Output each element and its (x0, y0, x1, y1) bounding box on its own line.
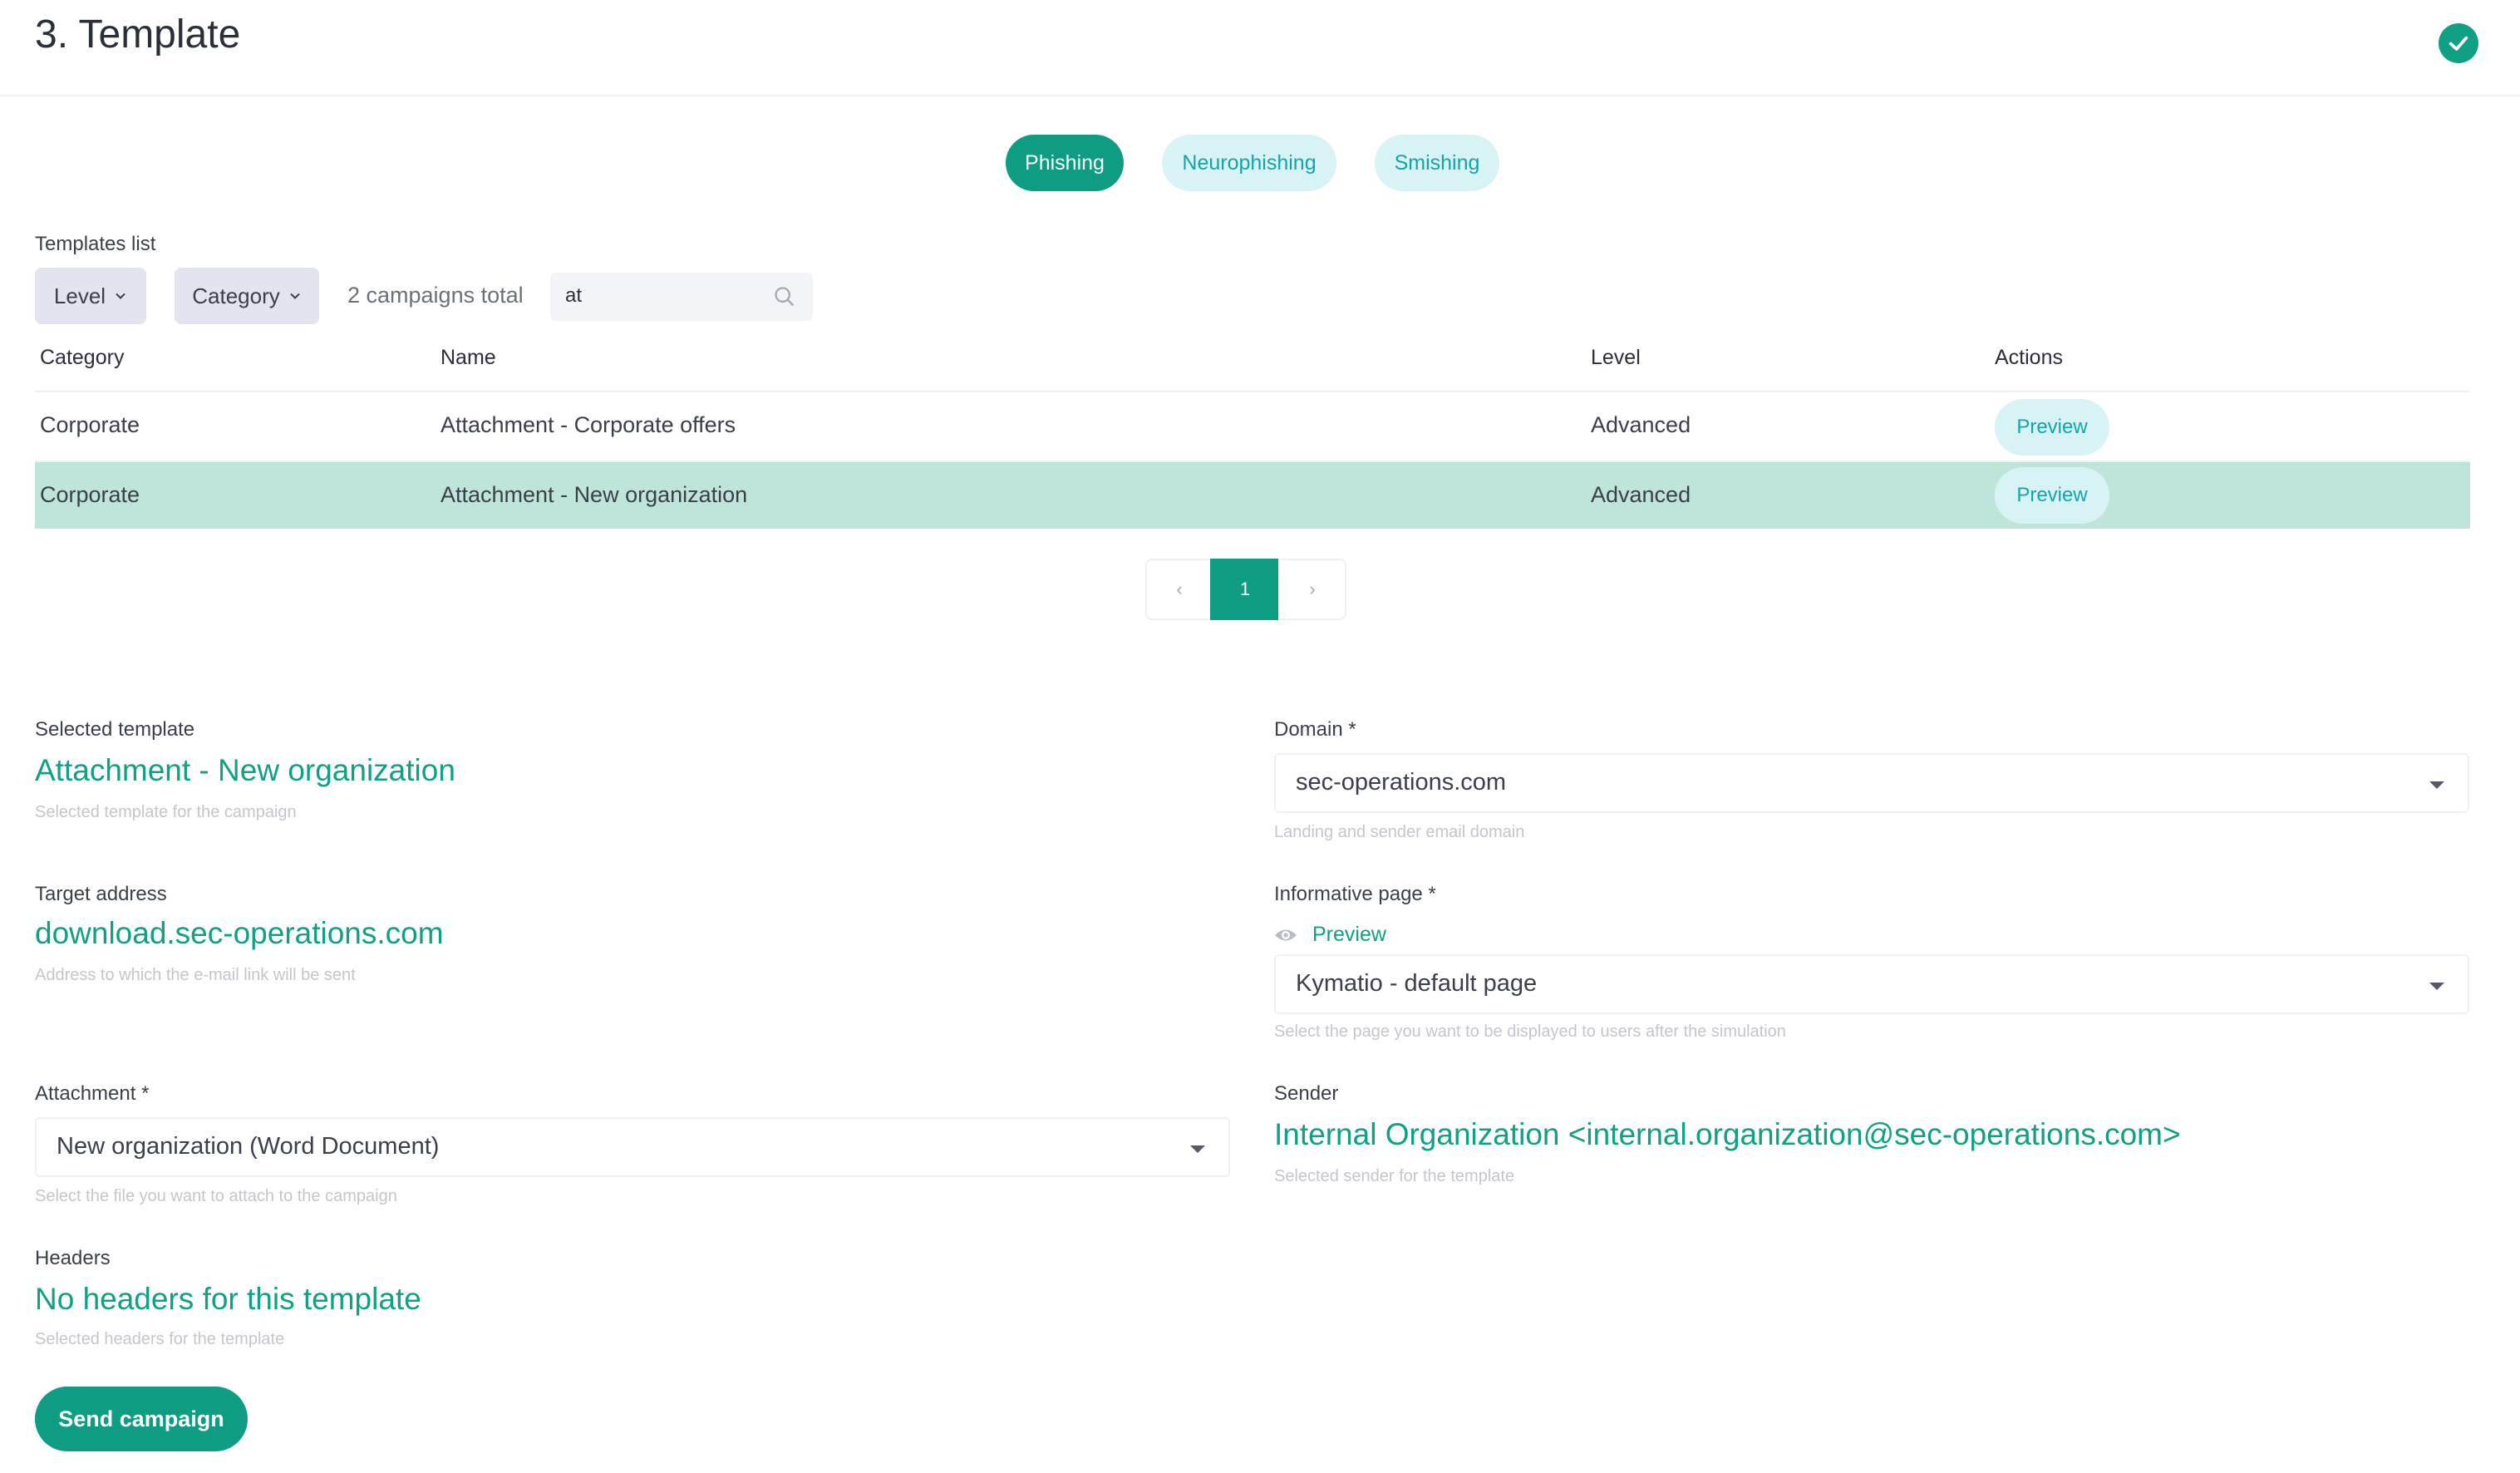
target-address-value: download.sec-operations.com (35, 916, 444, 950)
attachment-select[interactable]: New organization (Word Document) (35, 1117, 1230, 1177)
sender-hint: Selected sender for the template (1274, 1167, 1515, 1185)
row-level: Advanced (1591, 482, 1691, 507)
campaigns-total: 2 campaigns total (347, 283, 524, 308)
row-name: Attachment - Corporate offers (441, 412, 736, 437)
row-category: Corporate (40, 412, 140, 437)
informative-page-hint: Select the page you want to be displayed… (1274, 1022, 1786, 1041)
header-divider (0, 95, 2520, 96)
informative-page-label: Informative page * (1274, 883, 1436, 905)
target-address-label: Target address (35, 883, 167, 905)
informative-page-select[interactable]: Kymatio - default page (1274, 954, 2469, 1014)
chevron-down-icon (290, 293, 300, 299)
row-name: Attachment - New organization (441, 482, 748, 507)
headers-value: No headers for this template (35, 1282, 421, 1316)
dropdown-caret-icon (2429, 983, 2444, 990)
category-filter-label: Category (192, 283, 280, 308)
completed-check-icon (2439, 23, 2478, 63)
level-filter-button[interactable]: Level (35, 268, 146, 324)
preview-button[interactable]: Preview (1995, 467, 2109, 524)
sender-label: Sender (1274, 1082, 1339, 1105)
row-category: Corporate (40, 482, 140, 507)
tab-phishing[interactable]: Phishing (1006, 135, 1124, 191)
attachment-select-value: New organization (Word Document) (57, 1133, 440, 1160)
column-header-category: Category (40, 346, 125, 369)
preview-button[interactable]: Preview (1995, 399, 2109, 456)
selected-template-label: Selected template (35, 718, 195, 741)
search-icon (775, 287, 795, 307)
pagination-next-button[interactable]: › (1278, 559, 1346, 620)
target-address-hint: Address to which the e-mail link will be… (35, 966, 356, 984)
column-header-name: Name (441, 346, 496, 369)
selected-template-hint: Selected template for the campaign (35, 803, 297, 821)
tab-neurophishing[interactable]: Neurophishing (1162, 135, 1336, 191)
search-input-value: at (565, 284, 583, 307)
attachment-label: Attachment * (35, 1082, 150, 1105)
domain-label: Domain * (1274, 718, 1356, 741)
chevron-down-icon (116, 293, 126, 299)
pagination-prev-button[interactable]: ‹ (1145, 559, 1213, 620)
selected-template-value: Attachment - New organization (35, 753, 455, 787)
headers-label: Headers (35, 1247, 111, 1269)
attachment-hint: Select the file you want to attach to th… (35, 1187, 397, 1205)
column-header-level: Level (1591, 346, 1641, 369)
level-filter-label: Level (53, 283, 106, 308)
column-header-actions: Actions (1995, 346, 2063, 369)
eye-icon (1275, 929, 1297, 940)
category-filter-button[interactable]: Category (175, 268, 319, 324)
row-level: Advanced (1591, 412, 1691, 437)
search-input[interactable]: at (550, 273, 813, 321)
headers-hint: Selected headers for the template (35, 1330, 285, 1348)
tab-smishing[interactable]: Smishing (1375, 135, 1499, 191)
domain-select-value: sec-operations.com (1296, 769, 1507, 796)
sender-value: Internal Organization <internal.organiza… (1274, 1117, 2181, 1151)
domain-hint: Landing and sender email domain (1274, 823, 1525, 841)
send-campaign-button[interactable]: Send campaign (35, 1387, 248, 1451)
pagination-page-current[interactable]: 1 (1210, 559, 1280, 620)
informative-page-preview-text: Preview (1312, 923, 1386, 946)
informative-page-select-value: Kymatio - default page (1296, 970, 1538, 997)
page-title: 3. Template (35, 12, 241, 57)
dropdown-caret-icon (2429, 781, 2444, 789)
templates-list-label: Templates list (35, 233, 156, 255)
informative-page-preview-link[interactable]: Preview (1274, 923, 1386, 947)
domain-select[interactable]: sec-operations.com (1274, 753, 2469, 813)
dropdown-caret-icon (1190, 1145, 1205, 1153)
